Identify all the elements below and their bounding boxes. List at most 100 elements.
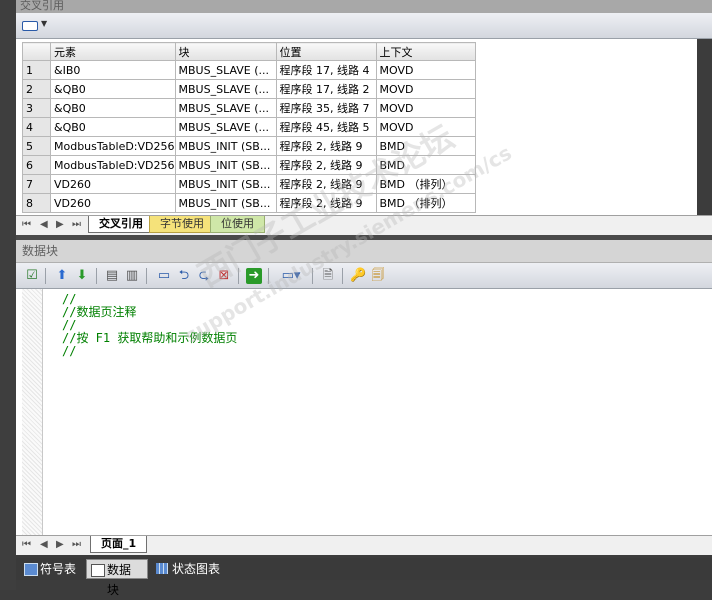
first-tab-icon[interactable]: ⏮ — [22, 219, 31, 230]
cell-context[interactable]: MOVD — [375, 79, 476, 99]
cell-context[interactable]: MOVD — [375, 98, 476, 118]
editor-gutter — [22, 289, 43, 535]
delete-row-icon[interactable]: ▥ — [124, 268, 140, 284]
cell-location[interactable]: 程序段 2, 线路 9 — [275, 155, 377, 175]
key-icon[interactable]: 🔑 — [350, 268, 366, 284]
cell-context[interactable]: BMD （排列） — [375, 193, 476, 213]
cell-location[interactable]: 程序段 2, 线路 9 — [275, 136, 377, 156]
redo-icon[interactable]: ⮎ — [196, 268, 212, 284]
cell-location[interactable]: 程序段 35, 线路 7 — [275, 98, 377, 118]
xref-panel-title: 交叉引用 — [16, 0, 712, 13]
datablock-panel-title: 数据块 — [16, 240, 712, 263]
row-number[interactable]: 4 — [22, 117, 51, 137]
cell-element[interactable]: ModbusTableD:VD256 — [50, 136, 176, 156]
insert-icon[interactable]: ▤ — [104, 268, 120, 284]
datablock-toolbar: ☑ ⬆ ⬇ ▤ ▥ ▭ ⮌ ⮎ ⊠ ➜ ▭▾ 🗎 🔑 🗐 — [16, 263, 712, 289]
rectangle-icon[interactable]: ▭ — [156, 268, 172, 284]
cell-context[interactable]: BMD — [375, 155, 476, 175]
cell-element[interactable]: &QB0 — [50, 98, 176, 118]
xref-right-border — [697, 39, 712, 215]
cell-context[interactable]: MOVD — [375, 60, 476, 80]
next-tab-icon[interactable]: ▶ — [56, 219, 64, 230]
tab-byte-usage[interactable]: 字节使用 — [149, 216, 215, 233]
table-row[interactable]: 4 &QB0 MBUS_SLAVE (... 程序段 45, 线路 5 MOVD — [22, 117, 476, 137]
datablock-editor[interactable]: // //数据页注释 // //按 F1 获取帮助和示例数据页 // — [16, 289, 712, 535]
cell-element[interactable]: VD260 — [50, 193, 176, 213]
data-block-icon — [91, 564, 105, 577]
row-number[interactable]: 8 — [22, 193, 51, 213]
table-row[interactable]: 1 &IB0 MBUS_SLAVE (... 程序段 17, 线路 4 MOVD — [22, 60, 476, 80]
cell-element[interactable]: &QB0 — [50, 117, 176, 137]
move-up-icon[interactable]: ⬆ — [54, 268, 70, 284]
go-icon[interactable]: ➜ — [246, 268, 262, 284]
row-number[interactable]: 1 — [22, 60, 51, 80]
col-header-index[interactable] — [22, 42, 51, 61]
view-dropdown-icon[interactable]: ▭▾ — [276, 268, 306, 284]
xref-grid-area: 元素 块 位置 上下文 1 &IB0 MBUS_SLAVE (... 程序段 17, … — [16, 39, 712, 215]
code-line: //按 F1 获取帮助和示例数据页 — [62, 331, 238, 345]
status-chart-icon — [156, 563, 168, 574]
cell-block[interactable]: MBUS_INIT (SB... — [174, 136, 277, 156]
col-header-location[interactable]: 位置 — [275, 42, 377, 61]
col-header-block[interactable]: 块 — [174, 42, 277, 61]
tab-bit-usage[interactable]: 位使用 — [210, 216, 265, 233]
table-row[interactable]: 7 VD260 MBUS_INIT (SB... 程序段 2, 线路 9 BMD （排列… — [22, 174, 476, 194]
table-row[interactable]: 6 ModbusTableD:VD256 MBUS_INIT (SB... 程序段 2… — [22, 155, 476, 175]
cell-location[interactable]: 程序段 2, 线路 9 — [275, 174, 377, 194]
xref-toolbar: ▼ — [16, 13, 712, 39]
view-icon — [22, 21, 38, 31]
cell-block[interactable]: MBUS_SLAVE (... — [174, 98, 277, 118]
xref-table: 元素 块 位置 上下文 1 &IB0 MBUS_SLAVE (... 程序段 17, … — [22, 42, 476, 213]
cell-context[interactable]: MOVD — [375, 117, 476, 137]
cell-element[interactable]: VD260 — [50, 174, 176, 194]
cell-location[interactable]: 程序段 45, 线路 5 — [275, 117, 377, 137]
cell-element[interactable]: &QB0 — [50, 79, 176, 99]
cell-location[interactable]: 程序段 17, 线路 4 — [275, 60, 377, 80]
protect-icon[interactable]: 🗐 — [370, 268, 386, 284]
row-number[interactable]: 5 — [22, 136, 51, 156]
xref-header-row: 元素 块 位置 上下文 — [22, 42, 476, 61]
toolbar-separator — [146, 268, 147, 284]
table-row[interactable]: 2 &QB0 MBUS_SLAVE (... 程序段 17, 线路 2 MOVD — [22, 79, 476, 99]
col-header-context[interactable]: 上下文 — [375, 42, 476, 61]
row-number[interactable]: 2 — [22, 79, 51, 99]
tab-symbol-table[interactable]: 符号表 — [20, 559, 84, 579]
undo-icon[interactable]: ⮌ — [176, 268, 192, 284]
first-page-icon[interactable]: ⏮ — [22, 539, 31, 550]
last-tab-icon[interactable]: ⏭ — [72, 219, 81, 230]
check-icon[interactable]: ☑ — [24, 268, 40, 284]
prev-page-icon[interactable]: ◀ — [40, 539, 48, 550]
cell-block[interactable]: MBUS_INIT (SB... — [174, 155, 277, 175]
table-row[interactable]: 8 VD260 MBUS_INIT (SB... 程序段 2, 线路 9 BMD （排列… — [22, 193, 476, 213]
cell-element[interactable]: ModbusTableD:VD256 — [50, 155, 176, 175]
cell-context[interactable]: BMD （排列） — [375, 174, 476, 194]
cell-location[interactable]: 程序段 17, 线路 2 — [275, 79, 377, 99]
properties-icon[interactable]: 🗎 — [320, 268, 336, 284]
cell-block[interactable]: MBUS_SLAVE (... — [174, 60, 277, 80]
tab-cross-reference[interactable]: 交叉引用 — [88, 216, 154, 233]
move-down-icon[interactable]: ⬇ — [74, 268, 90, 284]
table-row[interactable]: 3 &QB0 MBUS_SLAVE (... 程序段 35, 线路 7 MOVD — [22, 98, 476, 118]
toolbar-separator — [238, 268, 239, 284]
row-number[interactable]: 7 — [22, 174, 51, 194]
cell-block[interactable]: MBUS_INIT (SB... — [174, 174, 277, 194]
clear-icon[interactable]: ⊠ — [216, 268, 232, 284]
last-page-icon[interactable]: ⏭ — [72, 539, 81, 550]
cell-location[interactable]: 程序段 2, 线路 9 — [275, 193, 377, 213]
table-row[interactable]: 5 ModbusTableD:VD256 MBUS_INIT (SB... 程序段 2… — [22, 136, 476, 156]
cell-block[interactable]: MBUS_SLAVE (... — [174, 79, 277, 99]
next-page-icon[interactable]: ▶ — [56, 539, 64, 550]
tab-status-chart[interactable]: 状态图表 — [152, 559, 232, 579]
cell-context[interactable]: BMD — [375, 136, 476, 156]
prev-tab-icon[interactable]: ◀ — [40, 219, 48, 230]
col-header-element[interactable]: 元素 — [50, 42, 176, 61]
row-number[interactable]: 3 — [22, 98, 51, 118]
cell-block[interactable]: MBUS_SLAVE (... — [174, 117, 277, 137]
view-dropdown-button[interactable]: ▼ — [22, 19, 48, 33]
row-number[interactable]: 6 — [22, 155, 51, 175]
cell-element[interactable]: &IB0 — [50, 60, 176, 80]
tab-data-block[interactable]: 数据块 — [86, 559, 148, 597]
toolbar-separator — [45, 268, 46, 284]
tab-page-1[interactable]: 页面_1 — [90, 536, 148, 553]
cell-block[interactable]: MBUS_INIT (SB... — [174, 193, 277, 213]
